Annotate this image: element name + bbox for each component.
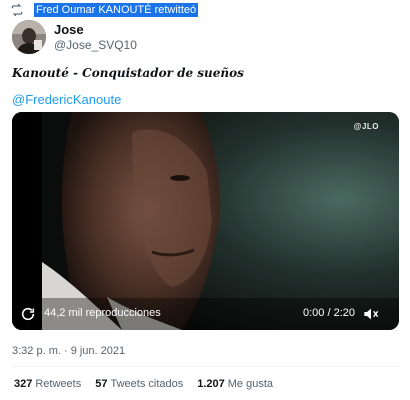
video-time: 0:00 / 2:20	[303, 307, 355, 319]
retweets-count: 327	[14, 378, 33, 390]
play-icon[interactable]	[20, 306, 36, 322]
video-controls: 44,2 mil reproducciones 0:00 / 2:20	[12, 298, 399, 330]
quotes-stat[interactable]: 57 Tweets citados	[95, 378, 183, 390]
likes-stat[interactable]: 1.207 Me gusta	[197, 378, 273, 390]
view-count: 44,2 mil reproducciones	[44, 307, 161, 319]
quotes-label: Tweets citados	[110, 378, 184, 390]
retweets-stat[interactable]: 327 Retweets	[14, 378, 81, 390]
quotes-count: 57	[95, 378, 108, 390]
likes-count: 1.207	[197, 378, 225, 390]
retweet-icon	[10, 3, 24, 17]
volume-icon[interactable]	[363, 307, 379, 321]
video-player[interactable]: @JLO 44,2 mil reproducciones 0:00 / 2:20	[12, 112, 399, 330]
retweeted-by-label[interactable]: Fred Oumar KANOUTÉ retwitteó	[34, 3, 199, 17]
author-name[interactable]: Jose	[54, 22, 84, 37]
retweets-label: Retweets	[35, 378, 82, 390]
video-watermark: @JLO	[353, 122, 379, 131]
mention-link[interactable]: @FredericKanoute	[12, 92, 121, 107]
tweet-timestamp[interactable]: 3:32 p. m. · 9 jun. 2021	[12, 345, 125, 357]
divider	[12, 366, 398, 367]
tweet-text: Kanouté - Conquistador de sueños	[12, 66, 244, 80]
avatar[interactable]	[12, 20, 46, 54]
retweet-indicator[interactable]: Fred Oumar KANOUTÉ retwitteó	[10, 2, 199, 18]
likes-label: Me gusta	[227, 378, 274, 390]
tweet-stats: 327 Retweets 57 Tweets citados 1.207 Me gus…	[14, 378, 273, 390]
author-handle[interactable]: @Jose_SVQ10	[54, 38, 137, 52]
